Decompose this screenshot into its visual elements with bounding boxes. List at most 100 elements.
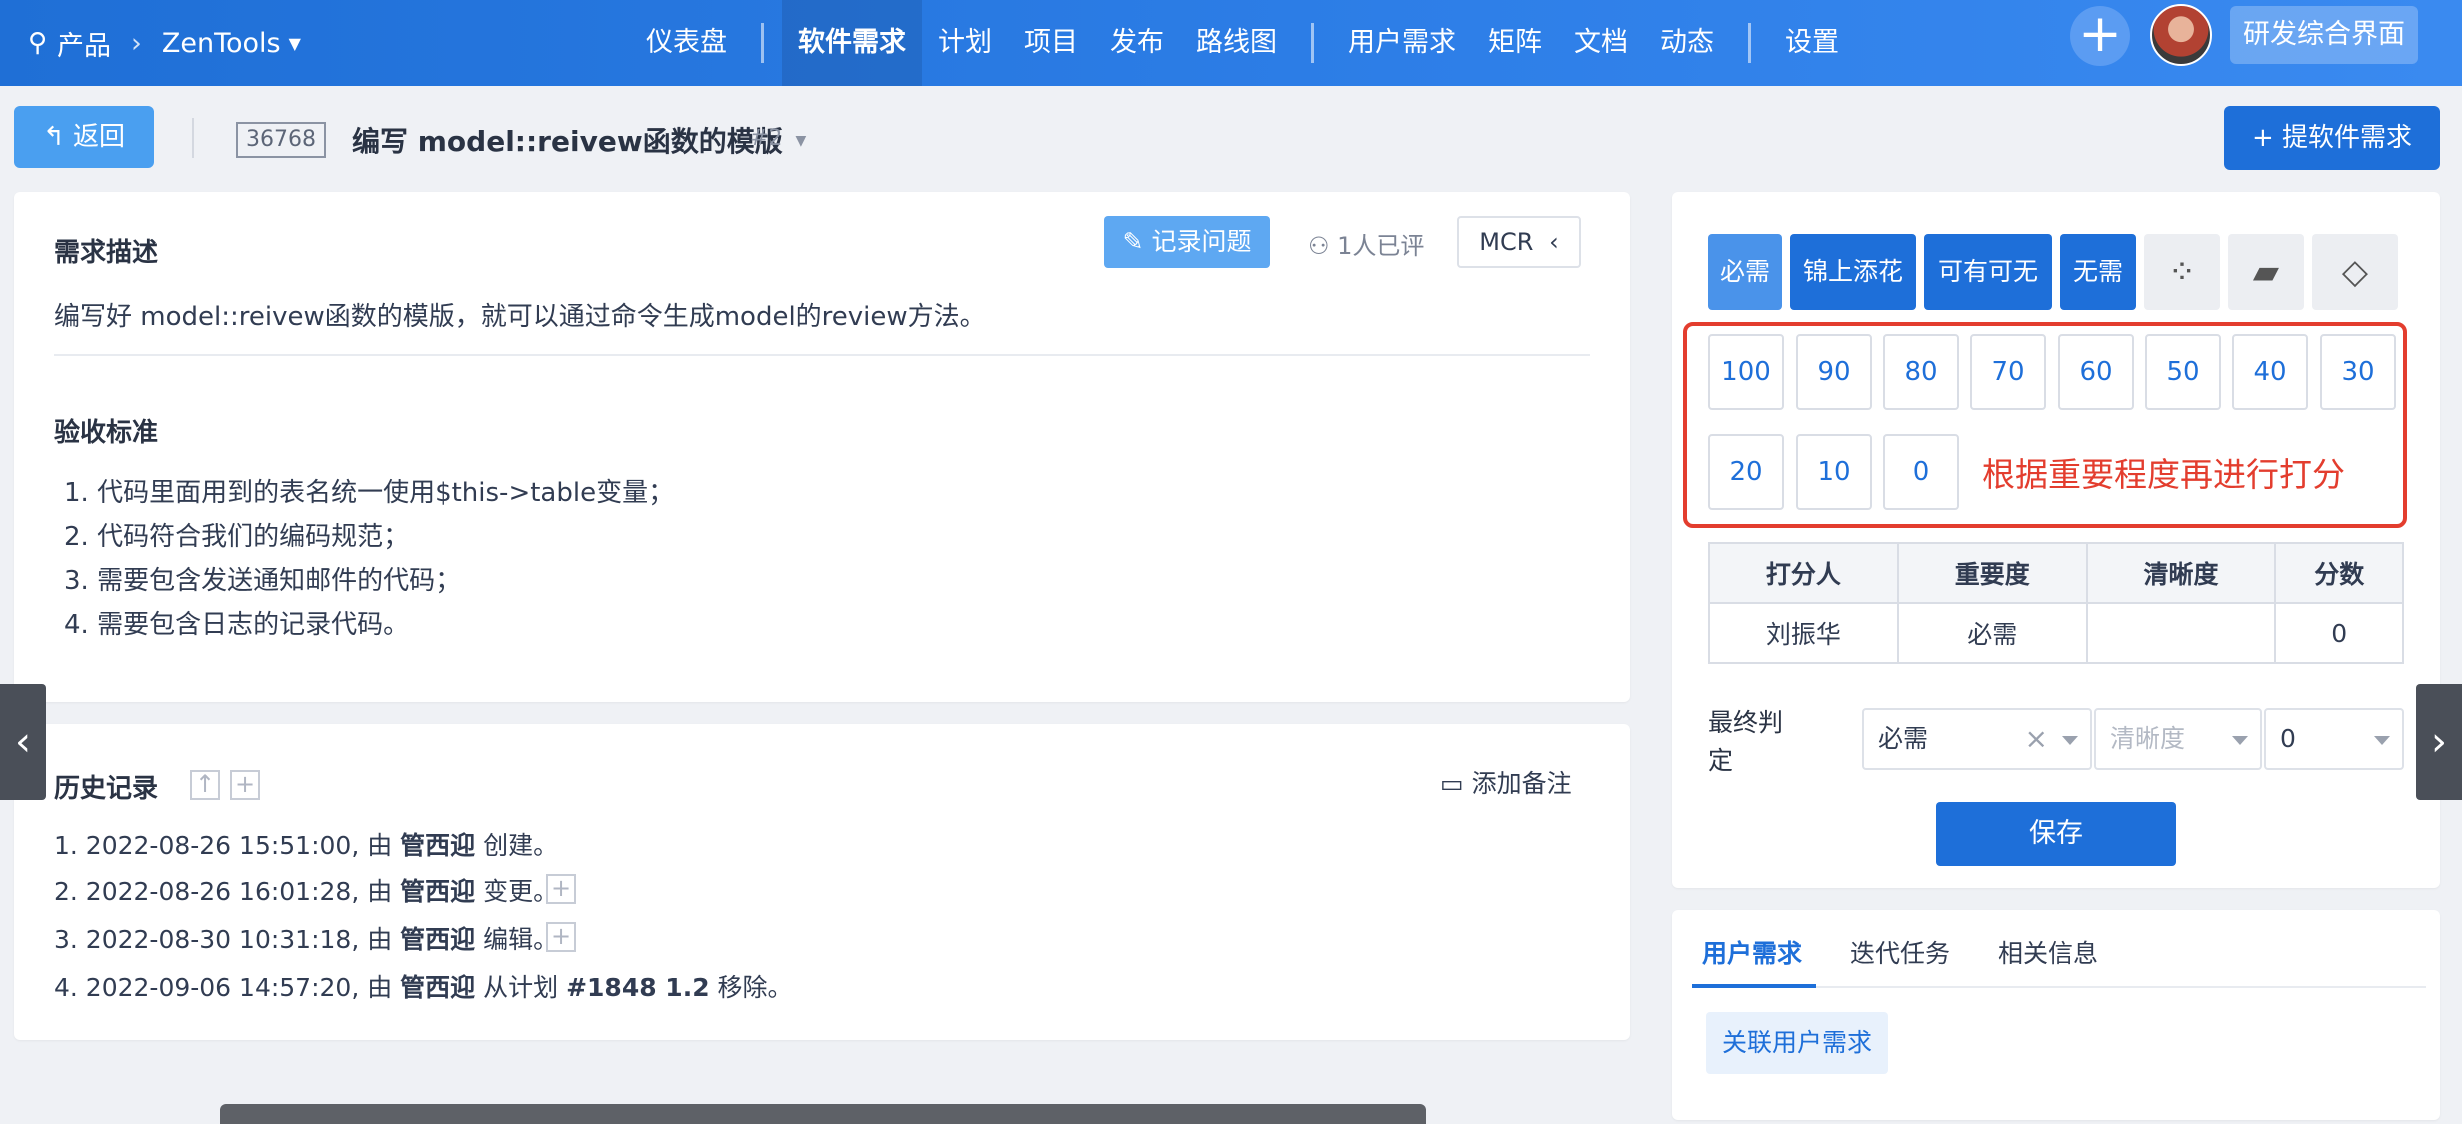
history-entry-time: 2. 2022-08-26 16:01:28, 由: [54, 877, 401, 906]
expand-entry-icon[interactable]: +: [546, 922, 576, 952]
chevron-right-icon: ›: [2431, 719, 2447, 765]
record-issue-label: 记录问题: [1151, 227, 1252, 256]
comment-icon: ▭: [1440, 769, 1464, 798]
table-cell: [2085, 602, 2277, 664]
acceptance-title: 验收标准: [54, 418, 159, 448]
version-label: #2: [750, 126, 783, 151]
lightbulb-icon: ⚲: [28, 28, 48, 58]
next-story-arrow[interactable]: ›: [2416, 684, 2462, 800]
history-entry-action: 创建。: [475, 831, 559, 860]
back-label: 返回: [73, 122, 126, 152]
table-cell: 0: [2274, 602, 2404, 664]
table-header-row: 打分人 重要度 清晰度 分数: [1708, 542, 2404, 604]
history-entry-action: 移除。: [709, 973, 793, 1002]
nav-divider: [1311, 23, 1314, 63]
tag-optional[interactable]: 可有可无: [1924, 234, 2052, 310]
chevron-left-icon: ‹: [1549, 228, 1559, 256]
final-clarity-select[interactable]: 清晰度: [2094, 708, 2262, 770]
chevron-down-icon: [2232, 736, 2248, 745]
expand-all-icon[interactable]: +: [230, 770, 260, 800]
history-entry: 3. 2022-08-30 10:31:18, 由 管西迎 编辑。: [54, 920, 558, 956]
history-entry-user: 管西迎: [400, 973, 476, 1002]
caret-down-icon: ▼: [795, 133, 807, 149]
link-user-story-button[interactable]: 关联用户需求: [1706, 1012, 1888, 1074]
history-entry-action: 从计划: [475, 973, 567, 1002]
nav-matrix[interactable]: 矩阵: [1472, 0, 1558, 86]
description-text: 编写好 model::reivew函数的模版，就可以通过命令生成model的re…: [54, 302, 986, 332]
submit-story-button[interactable]: + 提软件需求: [2224, 106, 2440, 170]
caret-down-icon: ▼: [288, 33, 301, 53]
history-entry-user: 管西迎: [400, 925, 476, 954]
rd-interface-button[interactable]: 研发综合界面: [2230, 6, 2418, 64]
table-cell: 必需: [1896, 602, 2088, 664]
mcr-label: MCR: [1479, 228, 1534, 256]
save-button[interactable]: 保存: [1936, 802, 2176, 866]
edit-icon: ✎: [1122, 227, 1144, 256]
dots-icon[interactable]: ⁘: [2144, 234, 2220, 310]
page-title: 编写 model::reivew函数的模版: [352, 125, 783, 158]
final-score-value: 0: [2280, 724, 2296, 753]
nav-dynamics[interactable]: 动态: [1644, 0, 1730, 86]
add-note-button[interactable]: ▭ 添加备注: [1440, 764, 1572, 800]
nav-plan[interactable]: 计划: [922, 0, 1008, 86]
version-switcher[interactable]: #2 ▼: [750, 126, 806, 151]
final-score-select[interactable]: 0: [2264, 708, 2404, 770]
tab-related-info[interactable]: 相关信息: [1998, 934, 2098, 970]
back-button[interactable]: ↰ 返回: [14, 106, 154, 168]
nav-project[interactable]: 项目: [1008, 0, 1094, 86]
tag-not-needed[interactable]: 无需: [2060, 234, 2136, 310]
bottom-action-bar: [220, 1104, 1426, 1124]
description-title: 需求描述: [54, 238, 159, 268]
mcr-button[interactable]: MCR ‹: [1457, 216, 1581, 268]
tab-user-stories[interactable]: 用户需求: [1702, 934, 1802, 970]
back-arrow-icon: ↰: [42, 122, 65, 152]
active-tab-indicator: [1692, 984, 1816, 988]
nav-software-stories[interactable]: 软件需求: [782, 0, 922, 86]
prev-story-arrow[interactable]: ‹: [0, 684, 46, 800]
history-title: 历史记录: [54, 774, 159, 804]
chevron-right-icon: ›: [131, 27, 142, 59]
project-switcher[interactable]: ZenTools: [162, 28, 281, 59]
rating-table: 打分人 重要度 清晰度 分数 刘振华 必需 0: [1708, 542, 2404, 664]
add-note-label: 添加备注: [1471, 769, 1572, 798]
plus-icon: +: [2078, 4, 2122, 64]
tag-required[interactable]: 必需: [1708, 234, 1782, 310]
collapse-all-icon[interactable]: ↑: [190, 770, 220, 800]
column-header: 分数: [2274, 542, 2404, 604]
nav-divider: [761, 23, 764, 63]
nav-user-stories[interactable]: 用户需求: [1332, 0, 1472, 86]
clear-icon[interactable]: ×: [2025, 710, 2048, 768]
block-icon[interactable]: ▰: [2228, 234, 2304, 310]
final-importance-select[interactable]: 必需 ×: [1862, 708, 2092, 770]
review-count[interactable]: ⚇ 1人已评: [1308, 226, 1424, 261]
header-divider: [192, 118, 194, 158]
nav-roadmap[interactable]: 路线图: [1180, 0, 1293, 86]
history-entry-time: 4. 2022-09-06 14:57:20, 由: [54, 973, 401, 1002]
diamond-icon[interactable]: ◇: [2312, 234, 2398, 310]
tab-iteration-tasks[interactable]: 迭代任务: [1850, 934, 1950, 970]
history-entry-plan[interactable]: #1848 1.2: [566, 973, 710, 1002]
nav-divider: [1748, 23, 1751, 63]
nav-settings[interactable]: 设置: [1769, 0, 1855, 86]
acceptance-item: 1. 代码里面用到的表名统一使用$this->table变量；: [64, 478, 675, 508]
plus-icon: +: [2251, 123, 2274, 153]
nav-docs[interactable]: 文档: [1558, 0, 1644, 86]
final-clarity-placeholder: 清晰度: [2110, 724, 2186, 753]
breadcrumb-product[interactable]: 产品: [57, 24, 111, 63]
annotation-highlight-box: [1683, 322, 2407, 528]
column-header: 打分人: [1708, 542, 1899, 604]
annotation-note: 根据重要程度再进行打分: [1982, 455, 2345, 494]
nav-release[interactable]: 发布: [1094, 0, 1180, 86]
record-issue-button[interactable]: ✎ 记录问题: [1104, 216, 1270, 268]
nav-dashboard[interactable]: 仪表盘: [630, 0, 743, 86]
create-plus-button[interactable]: +: [2070, 6, 2130, 66]
acceptance-item: 3. 需要包含发送通知邮件的代码；: [64, 566, 462, 596]
expand-entry-icon[interactable]: +: [546, 874, 576, 904]
top-navigation-bar: ⚲ 产品 › ZenTools ▼ 仪表盘 软件需求 计划 项目 发布 路线图 …: [0, 0, 2462, 86]
avatar[interactable]: [2150, 4, 2212, 66]
tag-nice-to-have[interactable]: 锦上添花: [1790, 234, 1916, 310]
table-row: 刘振华 必需 0: [1708, 602, 2404, 664]
history-entry-time: 1. 2022-08-26 15:51:00, 由: [54, 831, 401, 860]
table-cell: 刘振华: [1708, 602, 1899, 664]
acceptance-item: 4. 需要包含日志的记录代码。: [64, 610, 410, 640]
